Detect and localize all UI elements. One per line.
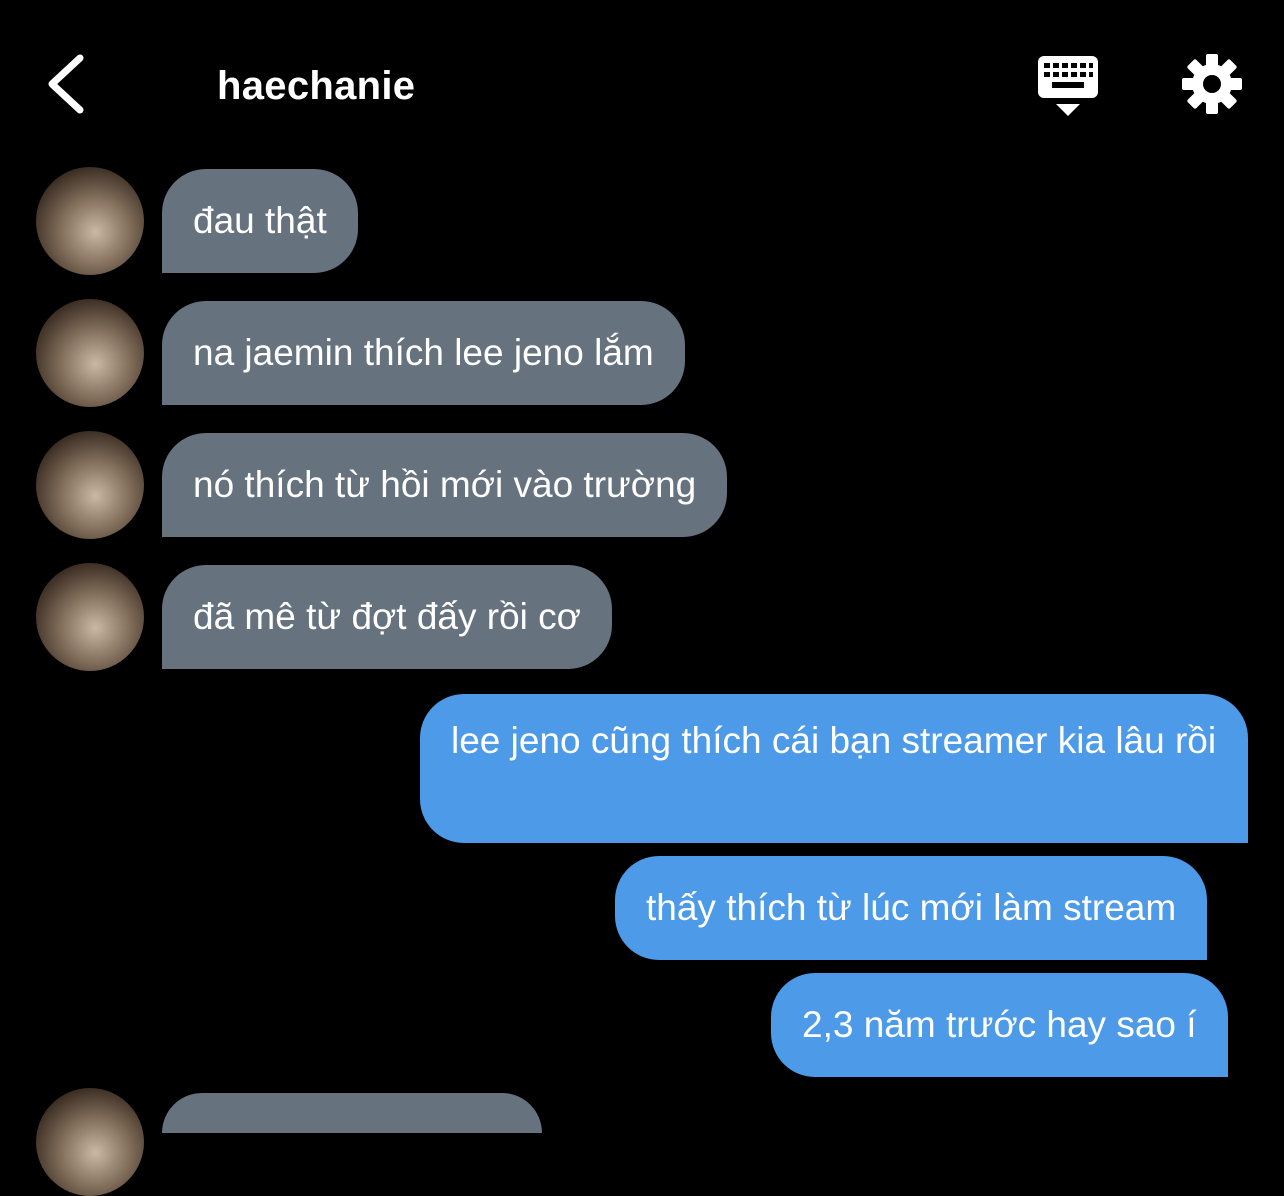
- message-bubble-incoming[interactable]: na jaemin thích lee jeno lắm: [162, 301, 685, 405]
- message-bubble-partial[interactable]: [162, 1093, 542, 1133]
- message-bubble-outgoing[interactable]: thấy thích từ lúc mới làm stream: [615, 856, 1208, 960]
- avatar[interactable]: [36, 167, 144, 275]
- message-bubble-outgoing[interactable]: lee jeno cũng thích cái bạn streamer kia…: [420, 694, 1248, 843]
- message-list: đau thật na jaemin thích lee jeno lắm nó…: [0, 0, 1284, 1196]
- message-bubble-incoming[interactable]: đau thật: [162, 169, 358, 273]
- avatar[interactable]: [36, 563, 144, 671]
- avatar[interactable]: [36, 1088, 144, 1196]
- message-bubble-outgoing[interactable]: 2,3 năm trước hay sao í: [771, 973, 1228, 1077]
- avatar[interactable]: [36, 299, 144, 407]
- message-bubble-incoming[interactable]: nó thích từ hồi mới vào trường: [162, 433, 728, 537]
- avatar[interactable]: [36, 431, 144, 539]
- message-bubble-incoming[interactable]: đã mê từ đợt đấy rồi cơ: [162, 565, 612, 669]
